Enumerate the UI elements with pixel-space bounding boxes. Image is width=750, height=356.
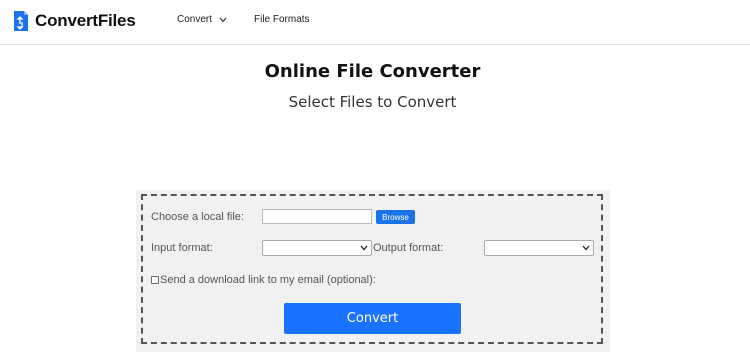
nav-file-formats[interactable]: File Formats	[254, 14, 310, 25]
chevron-down-icon	[360, 245, 368, 251]
output-format-select[interactable]	[484, 240, 594, 256]
output-format-label: Output format:	[373, 242, 444, 254]
brand-logo[interactable]: ConvertFiles	[13, 10, 136, 32]
nav-convert-label: Convert	[177, 14, 213, 25]
nav-file-formats-label: File Formats	[254, 14, 310, 25]
local-file-input[interactable]	[262, 209, 372, 224]
file-convert-icon	[14, 11, 28, 31]
local-file-label: Choose a local file:	[151, 211, 244, 223]
convert-button[interactable]: Convert	[284, 303, 461, 334]
browse-button[interactable]: Browse	[376, 210, 415, 224]
page-subtitle: Select Files to Convert	[288, 93, 457, 111]
page-title: Online File Converter	[264, 61, 481, 82]
chevron-down-icon	[219, 17, 227, 22]
input-format-label: Input format:	[151, 242, 213, 254]
input-format-select[interactable]	[262, 240, 372, 256]
chevron-down-icon	[582, 245, 590, 251]
top-header: ConvertFiles Convert File Formats	[0, 0, 750, 45]
nav-convert[interactable]: Convert	[177, 14, 227, 25]
email-link-label: Send a download link to my email (option…	[160, 274, 376, 286]
brand-name: ConvertFiles	[35, 11, 136, 30]
email-link-checkbox[interactable]	[151, 276, 159, 284]
